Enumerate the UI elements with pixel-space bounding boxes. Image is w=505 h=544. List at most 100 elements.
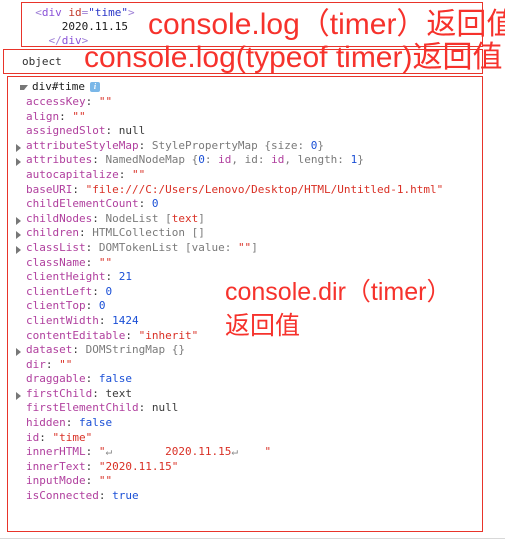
object-property-row: clientTop: 0 xyxy=(26,299,106,313)
html-snippet-line: </div> xyxy=(48,34,89,47)
object-property-row: innerText: "2020.11.15" xyxy=(26,459,179,473)
property-value: "" xyxy=(98,474,113,488)
property-key: firstChild xyxy=(26,386,93,400)
object-property-row: clientLeft: 0 xyxy=(26,284,113,298)
html-snippet: <div id="time"> 2020.11.15 </div> xyxy=(22,6,482,48)
chevron-right-icon[interactable] xyxy=(16,348,21,357)
object-property-row[interactable]: firstChild: text xyxy=(8,387,482,402)
object-property-row: firstElementChild: null xyxy=(26,401,179,415)
object-property-row[interactable]: attributes: NamedNodeMap {0: id, id: id,… xyxy=(8,153,482,168)
property-value: 0 xyxy=(98,299,106,313)
property-key: id xyxy=(26,430,40,444)
object-property-row: childElementCount: 0 xyxy=(26,197,159,211)
property-value: 1424 xyxy=(112,313,139,327)
property-key: baseURI xyxy=(26,182,73,196)
property-key: hidden xyxy=(26,416,66,430)
property-key: innerHTML xyxy=(26,445,86,459)
property-value: 0 xyxy=(151,197,159,211)
object-property-row: className: "" xyxy=(26,255,113,269)
object-property-row[interactable]: attributeStyleMap: StylePropertyMap {siz… xyxy=(8,139,482,154)
object-property-row[interactable]: childNodes: NodeList [text] xyxy=(8,212,482,227)
property-key: children xyxy=(26,226,79,240)
property-key: attributeStyleMap xyxy=(26,138,139,152)
page-bottom-edge xyxy=(0,538,505,544)
property-value: 21 xyxy=(118,270,132,284)
chevron-down-icon[interactable] xyxy=(20,85,28,90)
property-value: StylePropertyMap {size: 0} xyxy=(151,138,325,152)
property-value: "time" xyxy=(52,430,93,444)
property-key: clientWidth xyxy=(26,313,99,327)
property-key: accessKey xyxy=(26,95,86,108)
property-value: false xyxy=(98,372,132,386)
object-property-row: isConnected: true xyxy=(26,489,139,503)
object-property-row: accessKey: "" xyxy=(26,95,113,108)
property-value: false xyxy=(79,416,113,430)
property-key: className xyxy=(26,255,86,269)
property-value: NodeList [text] xyxy=(105,211,205,225)
object-property-list: accessKey: "" align: "" assignedSlot: null… xyxy=(8,94,482,504)
html-snippet-line: 2020.11.15 xyxy=(61,20,128,33)
property-value: "" xyxy=(131,167,146,181)
console-log-typeof-panel: object xyxy=(3,49,483,74)
property-key: innerText xyxy=(26,459,86,473)
property-value: "inherit" xyxy=(138,328,199,342)
property-key: childElementCount xyxy=(26,197,139,211)
chevron-right-icon[interactable] xyxy=(16,391,21,400)
object-header-row[interactable]: div#time i xyxy=(8,77,482,94)
property-value: "↵ 2020.11.15↵ " xyxy=(98,445,272,459)
property-value: "2020.11.15" xyxy=(98,459,179,473)
html-snippet-line: <div id="time"> xyxy=(35,6,135,19)
object-property-row[interactable]: dataset: DOMStringMap {} xyxy=(8,343,482,358)
info-icon[interactable]: i xyxy=(89,81,100,92)
chevron-right-icon[interactable] xyxy=(16,231,21,240)
property-key: attributes xyxy=(26,153,93,167)
object-header-label: div#time xyxy=(32,80,85,93)
property-value: "" xyxy=(72,109,86,123)
chevron-right-icon[interactable] xyxy=(16,216,21,225)
property-key: contentEditable xyxy=(26,328,126,342)
property-value: "file:///C:/Users/Lenovo/Desktop/HTML/Un… xyxy=(85,182,444,196)
property-key: draggable xyxy=(26,372,86,386)
object-property-row: align: "" xyxy=(26,109,86,123)
object-property-row: baseURI: "file:///C:/Users/Lenovo/Deskto… xyxy=(26,182,444,196)
property-value: DOMTokenList [value: ""] xyxy=(98,240,258,254)
property-value: "" xyxy=(59,357,73,371)
property-key: childNodes xyxy=(26,211,93,225)
property-key: dataset xyxy=(26,343,73,357)
object-property-row[interactable]: classList: DOMTokenList [value: ""] xyxy=(8,241,482,256)
property-key: assignedSlot xyxy=(26,124,106,138)
object-property-row: clientHeight: 21 xyxy=(26,270,132,284)
property-key: dir xyxy=(26,357,46,371)
property-key: clientLeft xyxy=(26,284,93,298)
property-key: inputMode xyxy=(26,474,86,488)
property-value: true xyxy=(112,489,139,503)
object-property-row: inputMode: "" xyxy=(26,474,113,488)
property-value: null xyxy=(151,401,179,415)
object-property-row: draggable: false xyxy=(26,372,132,386)
chevron-right-icon[interactable] xyxy=(16,158,21,167)
object-property-row: hidden: false xyxy=(26,416,113,430)
property-value: "" xyxy=(98,95,113,108)
object-property-row: assignedSlot: null xyxy=(26,124,146,138)
property-value: DOMStringMap {} xyxy=(85,343,185,357)
typeof-value: object xyxy=(22,55,62,68)
chevron-right-icon[interactable] xyxy=(16,143,21,152)
object-property-row[interactable]: children: HTMLCollection [] xyxy=(8,226,482,241)
console-dir-object-panel: div#time i accessKey: "" align: "" assigne… xyxy=(7,76,483,532)
object-property-row: id: "time" xyxy=(26,430,93,444)
property-key: autocapitalize xyxy=(26,167,119,181)
object-property-row: autocapitalize: "" xyxy=(26,167,146,181)
property-value: NamedNodeMap {0: id, id: id, length: 1} xyxy=(105,153,364,167)
property-value: 0 xyxy=(105,284,113,298)
property-value: HTMLCollection [] xyxy=(92,226,205,240)
console-log-element-panel: <div id="time"> 2020.11.15 </div> xyxy=(21,2,483,47)
property-key: align xyxy=(26,109,60,123)
object-property-row: clientWidth: 1424 xyxy=(26,313,139,327)
property-key: clientHeight xyxy=(26,270,106,284)
property-key: isConnected xyxy=(26,489,99,503)
object-property-row: innerHTML: "↵ 2020.11.15↵ " xyxy=(26,445,272,459)
object-property-row: contentEditable: "inherit" xyxy=(26,328,199,342)
property-value: "" xyxy=(98,255,113,269)
property-key: classList xyxy=(26,240,86,254)
chevron-right-icon[interactable] xyxy=(16,245,21,254)
